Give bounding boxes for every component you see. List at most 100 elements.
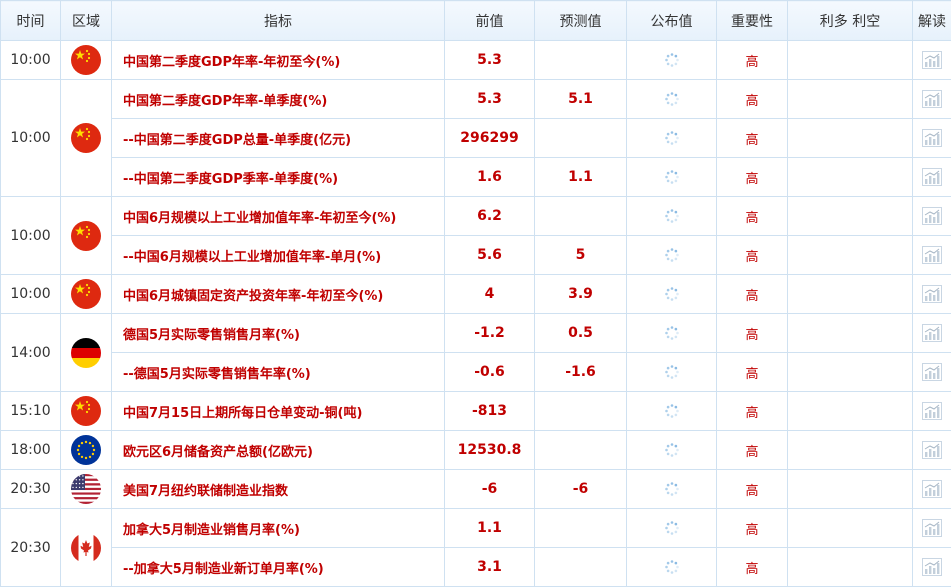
forecast-value <box>535 41 627 80</box>
impact-cell <box>788 470 913 509</box>
header-actual: 公布值 <box>627 1 717 41</box>
forecast-value: 5.1 <box>535 80 627 119</box>
loading-spinner-icon <box>664 521 680 536</box>
table-row: 15:10 中国7月15日上期所每日仓单变动-铜(吨)-813 高 <box>1 392 951 431</box>
chart-icon[interactable] <box>922 326 942 341</box>
chart-icon[interactable] <box>922 170 942 185</box>
previous-value: -813 <box>445 392 535 431</box>
loading-spinner-icon <box>664 365 680 380</box>
indicator-link[interactable]: 欧元区6月储备资产总额(亿欧元) <box>112 431 445 470</box>
previous-value: 6.2 <box>445 197 535 236</box>
forecast-value: 5 <box>535 236 627 275</box>
indicator-link[interactable]: 美国7月纽约联储制造业指数 <box>112 470 445 509</box>
economic-calendar-table: 时间 区域 指标 前值 预测值 公布值 重要性 利多 利空 解读 10:00中国… <box>0 0 951 587</box>
loading-spinner-icon <box>664 92 680 107</box>
indicator-link[interactable]: 中国第二季度GDP年率-年初至今(%) <box>112 41 445 80</box>
impact-cell <box>788 509 913 548</box>
china-flag-icon <box>71 123 101 153</box>
chart-icon[interactable] <box>922 404 942 419</box>
china-flag-icon <box>71 396 101 426</box>
impact-cell <box>788 314 913 353</box>
loading-spinner-icon <box>664 209 680 224</box>
forecast-value <box>535 197 627 236</box>
loading-spinner-icon <box>664 326 680 341</box>
indicator-link[interactable]: 中国6月城镇固定资产投资年率-年初至今(%) <box>112 275 445 314</box>
chart-icon[interactable] <box>922 482 942 497</box>
actual-value <box>627 314 717 353</box>
header-previous: 前值 <box>445 1 535 41</box>
actual-value <box>627 80 717 119</box>
forecast-value <box>535 548 627 587</box>
importance-value: 高 <box>717 158 788 197</box>
region-cell <box>61 197 112 275</box>
table-row: 10:00中国第二季度GDP年率-年初至今(%)5.3高 <box>1 41 951 80</box>
previous-value: 296299 <box>445 119 535 158</box>
table-row: --中国6月规模以上工业增加值年率-单月(%)5.65高 <box>1 236 951 275</box>
importance-value: 高 <box>717 392 788 431</box>
actual-value <box>627 41 717 80</box>
forecast-value <box>535 509 627 548</box>
header-indicator: 指标 <box>112 1 445 41</box>
actual-value <box>627 236 717 275</box>
indicator-link[interactable]: 中国第二季度GDP年率-单季度(%) <box>112 80 445 119</box>
china-flag-icon <box>71 221 101 251</box>
impact-cell <box>788 353 913 392</box>
loading-spinner-icon <box>664 404 680 419</box>
actual-value <box>627 548 717 587</box>
actual-value <box>627 431 717 470</box>
table-row: 20:30加拿大5月制造业销售月率(%)1.1高 <box>1 509 951 548</box>
importance-value: 高 <box>717 314 788 353</box>
table-row: --中国第二季度GDP季率-单季度(%)1.61.1高 <box>1 158 951 197</box>
header-forecast: 预测值 <box>535 1 627 41</box>
previous-value: 1.6 <box>445 158 535 197</box>
analysis-cell <box>913 392 951 431</box>
indicator-link[interactable]: --中国第二季度GDP总量-单季度(亿元) <box>112 119 445 158</box>
indicator-link[interactable]: --德国5月实际零售销售年率(%) <box>112 353 445 392</box>
indicator-link[interactable]: 加拿大5月制造业销售月率(%) <box>112 509 445 548</box>
usa-flag-icon <box>71 474 101 504</box>
previous-value: 3.1 <box>445 548 535 587</box>
table-row: 10:00中国第二季度GDP年率-单季度(%)5.35.1高 <box>1 80 951 119</box>
analysis-cell <box>913 314 951 353</box>
chart-icon[interactable] <box>922 131 942 146</box>
analysis-cell <box>913 119 951 158</box>
chart-icon[interactable] <box>922 92 942 107</box>
chart-icon[interactable] <box>922 443 942 458</box>
chart-icon[interactable] <box>922 560 942 575</box>
indicator-link[interactable]: 中国6月规模以上工业增加值年率-年初至今(%) <box>112 197 445 236</box>
forecast-value: -1.6 <box>535 353 627 392</box>
canada-flag-icon <box>71 533 101 563</box>
importance-value: 高 <box>717 119 788 158</box>
actual-value <box>627 197 717 236</box>
table-row: 18:00欧元区6月储备资产总额(亿欧元)12530.8高 <box>1 431 951 470</box>
importance-value: 高 <box>717 275 788 314</box>
indicator-link[interactable]: --加拿大5月制造业新订单月率(%) <box>112 548 445 587</box>
impact-cell <box>788 431 913 470</box>
indicator-link[interactable]: 德国5月实际零售销售月率(%) <box>112 314 445 353</box>
previous-value: 5.3 <box>445 41 535 80</box>
forecast-value <box>535 392 627 431</box>
previous-value: 4 <box>445 275 535 314</box>
time-cell: 10:00 <box>1 275 61 314</box>
indicator-link[interactable]: --中国6月规模以上工业增加值年率-单月(%) <box>112 236 445 275</box>
chart-icon[interactable] <box>922 209 942 224</box>
indicator-link[interactable]: --中国第二季度GDP季率-单季度(%) <box>112 158 445 197</box>
analysis-cell <box>913 41 951 80</box>
time-cell: 15:10 <box>1 392 61 431</box>
actual-value <box>627 158 717 197</box>
chart-icon[interactable] <box>922 287 942 302</box>
actual-value <box>627 119 717 158</box>
region-cell <box>61 509 112 587</box>
time-cell: 20:30 <box>1 509 61 587</box>
indicator-link[interactable]: 中国7月15日上期所每日仓单变动-铜(吨) <box>112 392 445 431</box>
chart-icon[interactable] <box>922 53 942 68</box>
table-row: 14:00德国5月实际零售销售月率(%)-1.20.5高 <box>1 314 951 353</box>
table-body: 10:00中国第二季度GDP年率-年初至今(%)5.3高10:00中国第二季度G… <box>1 41 951 587</box>
header-impact: 利多 利空 <box>788 1 913 41</box>
time-cell: 10:00 <box>1 41 61 80</box>
time-cell: 10:00 <box>1 197 61 275</box>
chart-icon[interactable] <box>922 248 942 263</box>
chart-icon[interactable] <box>922 521 942 536</box>
analysis-cell <box>913 470 951 509</box>
chart-icon[interactable] <box>922 365 942 380</box>
